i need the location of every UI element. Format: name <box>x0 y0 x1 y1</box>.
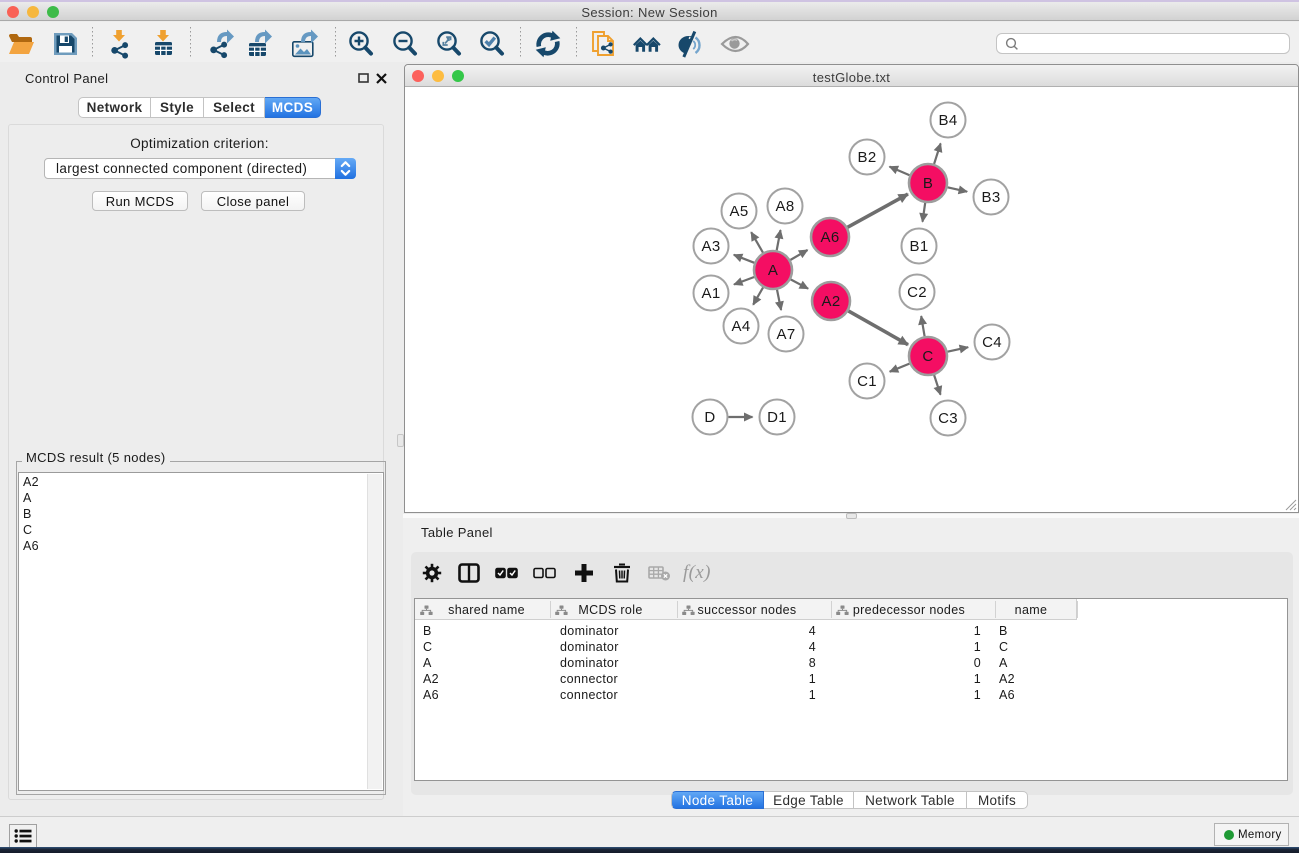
svg-text:B: B <box>923 175 933 192</box>
svg-text:A4: A4 <box>731 318 750 335</box>
svg-text:A3: A3 <box>701 238 720 255</box>
svg-text:B4: B4 <box>938 112 957 129</box>
svg-text:D1: D1 <box>767 409 787 426</box>
svg-text:B2: B2 <box>857 149 876 166</box>
svg-text:B1: B1 <box>909 238 928 255</box>
svg-text:A6: A6 <box>820 229 839 246</box>
svg-text:C1: C1 <box>857 373 877 390</box>
svg-text:A1: A1 <box>701 285 720 302</box>
svg-text:A2: A2 <box>821 293 840 310</box>
svg-text:A7: A7 <box>776 326 795 343</box>
svg-text:C2: C2 <box>907 284 927 301</box>
svg-text:A5: A5 <box>729 203 748 220</box>
svg-text:C4: C4 <box>982 334 1002 351</box>
svg-text:C: C <box>922 348 933 365</box>
svg-text:A: A <box>768 262 778 279</box>
svg-text:C3: C3 <box>938 410 958 427</box>
svg-text:A8: A8 <box>775 198 794 215</box>
svg-text:B3: B3 <box>981 189 1000 206</box>
svg-text:D: D <box>704 409 715 426</box>
